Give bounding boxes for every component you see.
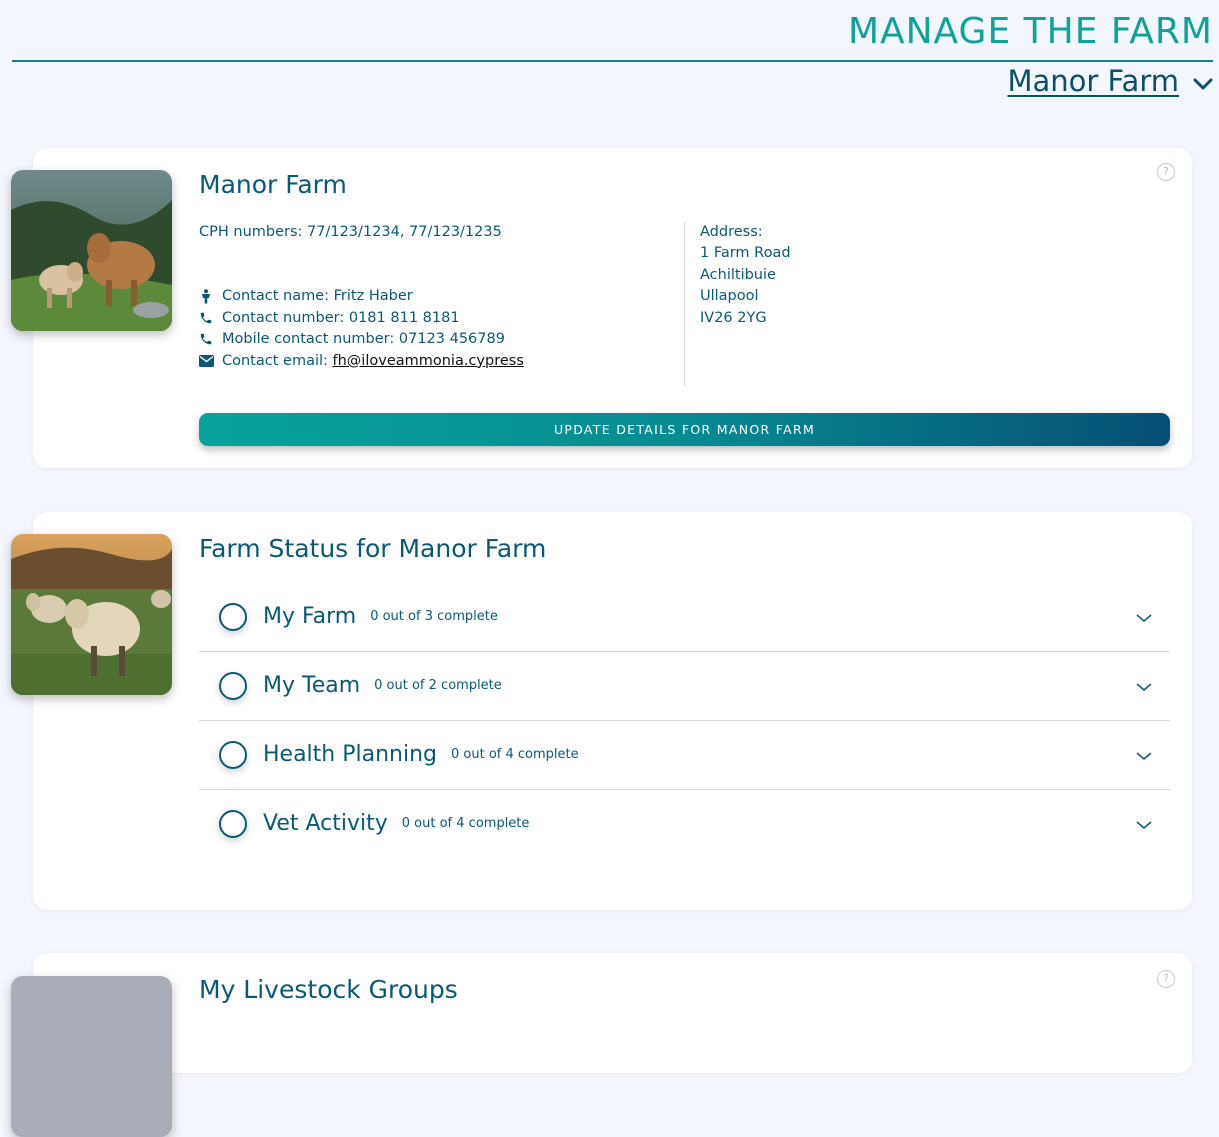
livestock-groups-card: ? My Livestock Groups (33, 953, 1192, 1073)
contact-name-row: Contact name: Fritz Haber (199, 286, 524, 308)
farm-contact-info: CPH numbers: 77/123/1234, 77/123/1235 Co… (199, 221, 524, 372)
status-row-progress: 0 out of 2 complete (374, 678, 502, 693)
contact-name: Contact name: Fritz Haber (222, 288, 413, 305)
contact-email-label: Contact email: (222, 352, 333, 369)
farm-status-title: Farm Status for Manor Farm (199, 534, 547, 563)
contact-number-row: Contact number: 0181 811 8181 (199, 307, 524, 329)
livestock-groups-title: My Livestock Groups (199, 975, 458, 1004)
cph-numbers: CPH numbers: 77/123/1234, 77/123/1235 (199, 223, 502, 240)
help-icon[interactable]: ? (1157, 970, 1175, 988)
farm-details-title: Manor Farm (199, 170, 347, 199)
phone-icon (199, 332, 222, 346)
farm-selector-label: Manor Farm (1007, 64, 1179, 98)
chevron-down-icon (1193, 64, 1213, 98)
header-divider (12, 60, 1213, 62)
cow-photo (11, 170, 172, 331)
address-line: Ullapool (700, 288, 759, 305)
mobile-number: Mobile contact number: 07123 456789 (222, 331, 505, 348)
incomplete-circle-icon (219, 740, 247, 769)
person-icon (199, 288, 222, 304)
farm-selector-dropdown[interactable]: Manor Farm (1007, 64, 1213, 98)
update-details-button[interactable]: UPDATE DETAILS FOR MANOR FARM (199, 413, 1170, 446)
status-row-title: My Farm (263, 604, 357, 629)
status-row-title: Health Planning (263, 742, 438, 767)
chevron-down-icon (1136, 677, 1152, 696)
contact-number: Contact number: 0181 811 8181 (222, 309, 460, 326)
sheep-photo (11, 534, 172, 695)
chevron-down-icon (1136, 815, 1152, 834)
farm-status-card: Farm Status for Manor Farm My Farm 0 out… (33, 512, 1192, 910)
page-title: MANAGE THE FARM (847, 11, 1213, 52)
status-row-progress: 0 out of 4 complete (401, 816, 530, 831)
envelope-icon (199, 354, 222, 367)
status-row-title: Vet Activity (263, 811, 388, 836)
chevron-down-icon (1136, 746, 1152, 765)
phone-icon (199, 311, 222, 325)
mobile-number-row: Mobile contact number: 07123 456789 (199, 329, 524, 351)
status-row-my-farm[interactable]: My Farm 0 out of 3 complete (199, 582, 1170, 652)
chevron-down-icon (1136, 608, 1152, 627)
livestock-photo (11, 976, 172, 1137)
incomplete-circle-icon (219, 602, 247, 631)
details-divider (684, 222, 685, 386)
incomplete-circle-icon (219, 809, 247, 838)
status-row-vet-activity[interactable]: Vet Activity 0 out of 4 complete (199, 789, 1170, 858)
address-line: 1 Farm Road (700, 245, 791, 262)
help-icon[interactable]: ? (1157, 163, 1175, 181)
incomplete-circle-icon (219, 671, 247, 700)
farm-details-card: ? Manor Farm CPH numbers: 77/123/1234, 7… (33, 148, 1192, 468)
address-line: IV26 2YG (700, 309, 767, 326)
address-line: Achiltibuie (700, 266, 776, 283)
status-row-progress: 0 out of 4 complete (451, 747, 579, 762)
status-row-title: My Team (263, 673, 361, 698)
farm-address: Address: 1 Farm Road Achiltibuie Ullapoo… (700, 221, 791, 329)
status-row-my-team[interactable]: My Team 0 out of 2 complete (199, 651, 1170, 721)
address-label: Address: (700, 223, 763, 240)
status-row-health-planning[interactable]: Health Planning 0 out of 4 complete (199, 720, 1170, 790)
page-header: MANAGE THE FARM (12, 0, 1213, 62)
contact-email-link[interactable]: fh@iloveammonia.cypress (333, 353, 524, 369)
status-row-progress: 0 out of 3 complete (370, 609, 498, 624)
contact-email-row: Contact email: fh@iloveammonia.cypress (199, 350, 524, 372)
